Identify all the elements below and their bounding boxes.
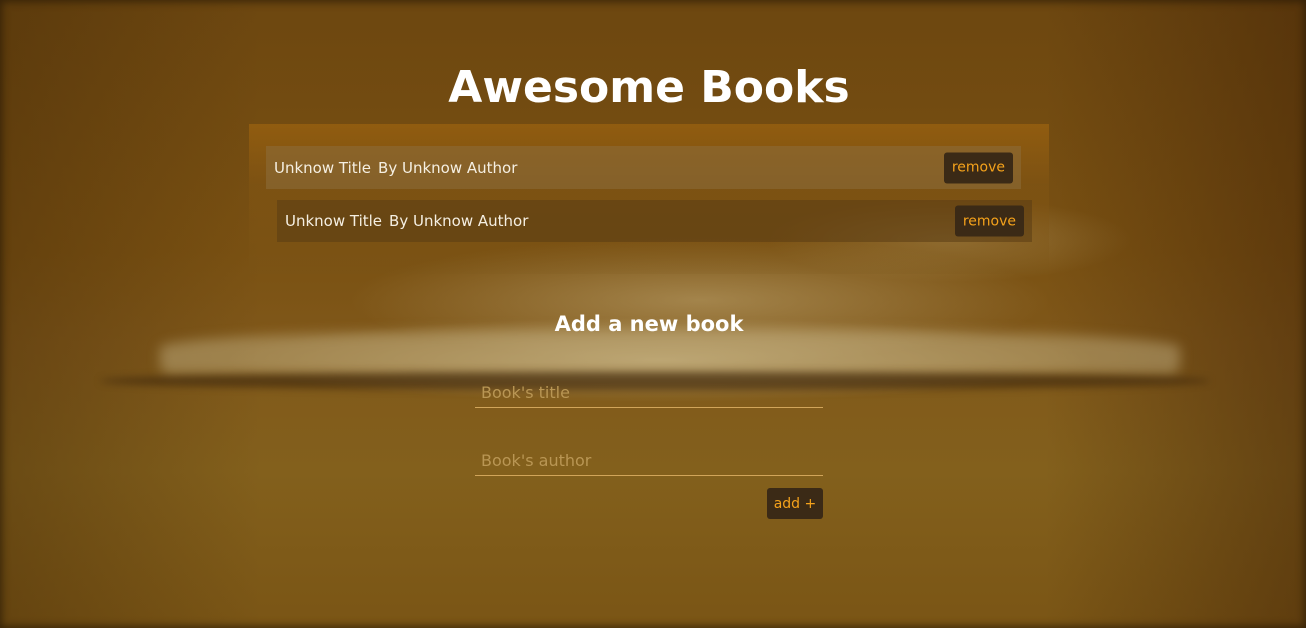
add-book-heading: Add a new book xyxy=(554,312,744,336)
remove-button[interactable]: remove xyxy=(954,205,1024,237)
page-title: Awesome Books xyxy=(448,62,850,113)
book-author-input[interactable] xyxy=(475,446,823,476)
book-author: By Unknow Author xyxy=(389,212,529,230)
list-item: Unknow Title By Unknow Author remove xyxy=(266,146,1021,189)
book-title: Unknow Title xyxy=(285,212,383,230)
remove-button[interactable]: remove xyxy=(943,152,1013,183)
add-book-button[interactable]: add + xyxy=(767,488,823,519)
list-item: Unknow Title By Unknow Author remove xyxy=(277,200,1032,242)
book-author: By Unknow Author xyxy=(378,158,518,177)
app: Awesome Books Unknow Title By Unknow Aut… xyxy=(0,0,1306,628)
book-title-input[interactable] xyxy=(475,378,823,408)
book-title: Unknow Title xyxy=(274,158,372,177)
